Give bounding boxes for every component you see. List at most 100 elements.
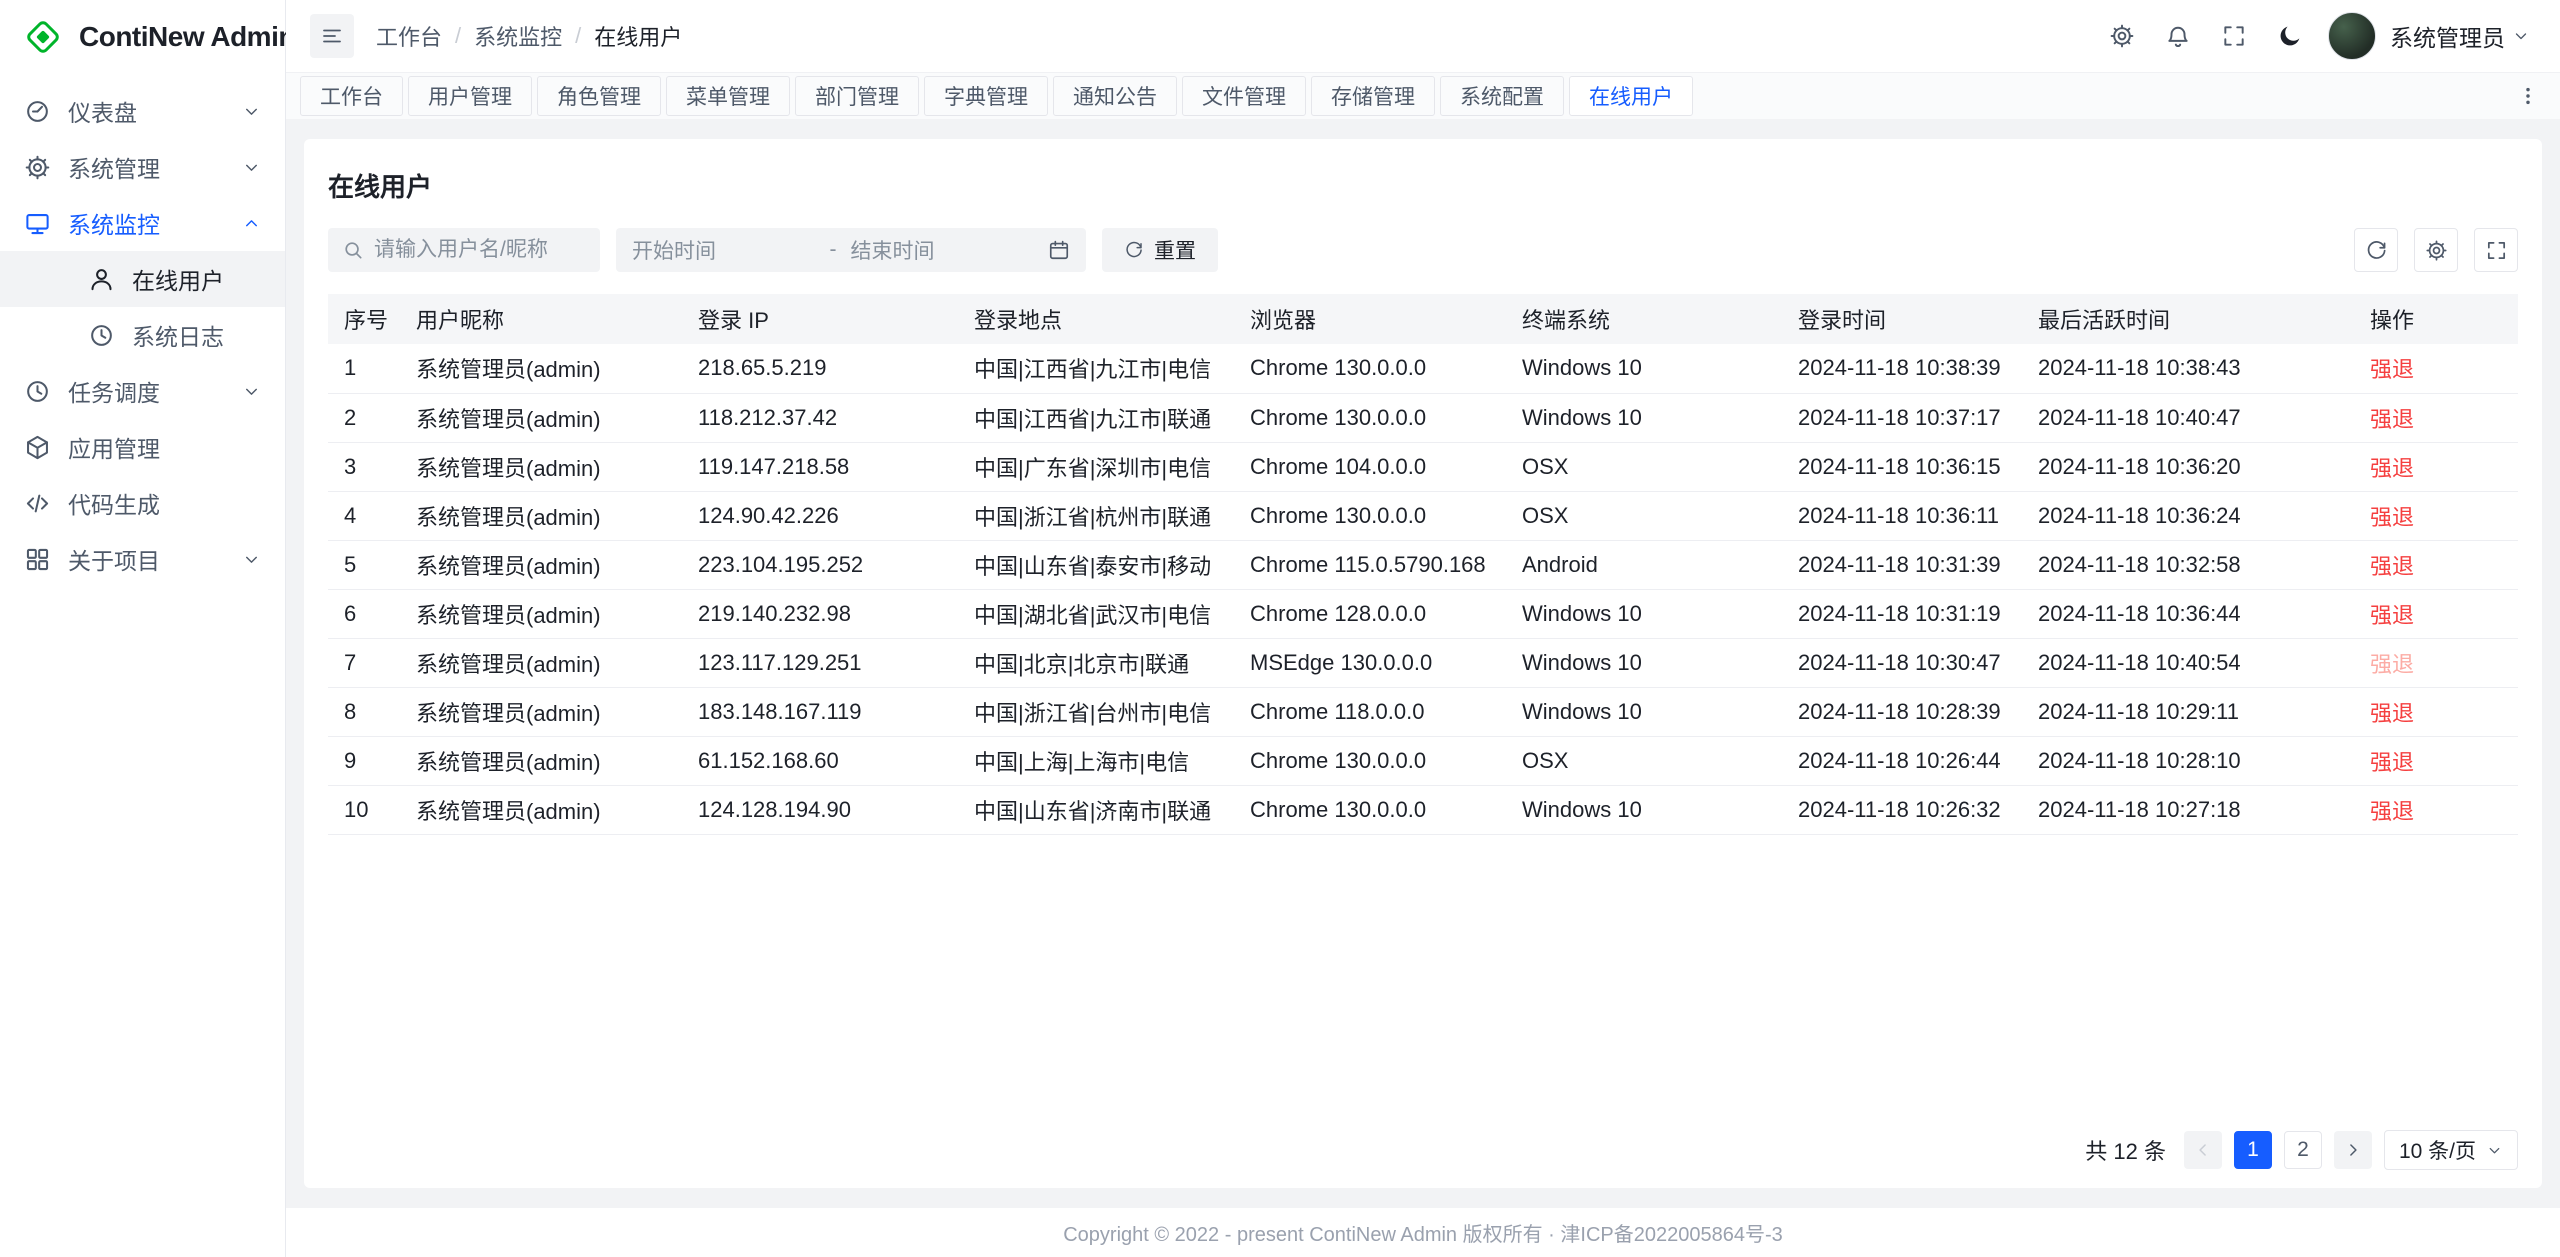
cell-os: Android (1506, 540, 1782, 589)
notifications-button[interactable] (2154, 12, 2202, 60)
logo[interactable]: ContiNew Admin (0, 0, 285, 73)
gear-icon (2109, 23, 2135, 49)
cell-browser: MSEdge 130.0.0.0 (1234, 638, 1506, 687)
next-page-button[interactable] (2334, 1131, 2372, 1169)
force-logout-link[interactable]: 强退 (2370, 554, 2414, 579)
chevron-down-icon (2512, 27, 2530, 45)
table-row: 8系统管理员(admin)183.148.167.119中国|浙江省|台州市|电… (328, 687, 2518, 736)
cell-ip: 218.65.5.219 (682, 344, 958, 393)
refresh-icon (2365, 239, 2388, 262)
reset-button[interactable]: 重置 (1102, 228, 1218, 272)
sidebar-menu: 仪表盘系统管理系统监控在线用户系统日志任务调度应用管理代码生成关于项目 (0, 73, 285, 1257)
tab-系统配置[interactable]: 系统配置 (1440, 76, 1564, 116)
cell-os: Windows 10 (1506, 785, 1782, 834)
prev-page-button[interactable] (2184, 1131, 2222, 1169)
fullscreen-icon (2221, 23, 2247, 49)
force-logout-link[interactable]: 强退 (2370, 456, 2414, 481)
tab-菜单管理[interactable]: 菜单管理 (666, 76, 790, 116)
cell-no: 2 (328, 393, 400, 442)
online-users-table: 序号用户昵称登录 IP登录地点浏览器终端系统登录时间最后活跃时间操作 1系统管理… (328, 294, 2518, 1108)
chevron-down-icon (242, 382, 261, 401)
sidebar-item[interactable]: 任务调度 (0, 363, 285, 419)
cell-no: 5 (328, 540, 400, 589)
search-box[interactable] (328, 228, 600, 272)
table-fullscreen-button[interactable] (2474, 228, 2518, 272)
sidebar-subitem-label: 系统日志 (132, 318, 261, 352)
table-refresh-button[interactable] (2354, 228, 2398, 272)
cell-nickname: 系统管理员(admin) (400, 442, 682, 491)
force-logout-link[interactable]: 强退 (2370, 505, 2414, 530)
cell-last_active: 2024-11-18 10:32:58 (2022, 540, 2354, 589)
tab-存储管理[interactable]: 存储管理 (1311, 76, 1435, 116)
force-logout-link[interactable]: 强退 (2370, 407, 2414, 432)
cell-location: 中国|上海|上海市|电信 (958, 736, 1234, 785)
sidebar-item[interactable]: 系统监控 (0, 195, 285, 251)
table-settings-button[interactable] (2414, 228, 2458, 272)
cell-browser: Chrome 130.0.0.0 (1234, 393, 1506, 442)
cell-last_active: 2024-11-18 10:29:11 (2022, 687, 2354, 736)
cell-no: 1 (328, 344, 400, 393)
page-button-2[interactable]: 2 (2284, 1131, 2322, 1169)
cell-browser: Chrome 115.0.5790.168 (1234, 540, 1506, 589)
settings-button[interactable] (2098, 12, 2146, 60)
force-logout-link[interactable]: 强退 (2370, 799, 2414, 824)
breadcrumb-item[interactable]: 工作台 (376, 20, 442, 52)
breadcrumb-item[interactable]: 系统监控 (474, 20, 562, 52)
tab-角色管理[interactable]: 角色管理 (537, 76, 661, 116)
tab-部门管理[interactable]: 部门管理 (795, 76, 919, 116)
moon-icon (2277, 23, 2303, 49)
sidebar-item[interactable]: 应用管理 (0, 419, 285, 475)
tab-more-button[interactable] (2510, 78, 2546, 114)
fullscreen-icon (2485, 239, 2508, 262)
sidebar-subitem[interactable]: 系统日志 (0, 307, 285, 363)
cell-ip: 124.90.42.226 (682, 491, 958, 540)
cell-nickname: 系统管理员(admin) (400, 687, 682, 736)
tab-用户管理[interactable]: 用户管理 (408, 76, 532, 116)
sidebar-item[interactable]: 仪表盘 (0, 83, 285, 139)
sidebar-subitem[interactable]: 在线用户 (0, 251, 285, 307)
content-area: 在线用户 开始时间 - 结束时间 重置 (286, 119, 2560, 1208)
box-icon (24, 434, 51, 461)
sidebar-item[interactable]: 系统管理 (0, 139, 285, 195)
sidebar-item[interactable]: 代码生成 (0, 475, 285, 531)
tab-文件管理[interactable]: 文件管理 (1182, 76, 1306, 116)
page-size-select[interactable]: 10 条/页 (2384, 1130, 2518, 1170)
cell-last_active: 2024-11-18 10:38:43 (2022, 344, 2354, 393)
user-menu[interactable]: 系统管理员 (2384, 19, 2536, 53)
force-logout-link[interactable]: 强退 (2370, 603, 2414, 628)
gear-icon (2425, 239, 2448, 262)
tab-字典管理[interactable]: 字典管理 (924, 76, 1048, 116)
cell-location: 中国|浙江省|台州市|电信 (958, 687, 1234, 736)
cell-nickname: 系统管理员(admin) (400, 785, 682, 834)
cell-no: 10 (328, 785, 400, 834)
table-row: 10系统管理员(admin)124.128.194.90中国|山东省|济南市|联… (328, 785, 2518, 834)
date-range-picker[interactable]: 开始时间 - 结束时间 (616, 228, 1086, 272)
bell-icon (2165, 23, 2191, 49)
online-users-card: 在线用户 开始时间 - 结束时间 重置 (304, 139, 2542, 1188)
cell-ip: 219.140.232.98 (682, 589, 958, 638)
search-input[interactable] (374, 238, 586, 262)
force-logout-link[interactable]: 强退 (2370, 701, 2414, 726)
fullscreen-button[interactable] (2210, 12, 2258, 60)
cell-ip: 119.147.218.58 (682, 442, 958, 491)
cell-os: Windows 10 (1506, 344, 1782, 393)
more-vertical-icon (2517, 85, 2539, 107)
user-icon (88, 266, 115, 293)
force-logout-link[interactable]: 强退 (2370, 750, 2414, 775)
dark-mode-button[interactable] (2266, 12, 2314, 60)
sidebar-item-label: 任务调度 (68, 374, 225, 408)
page-button-1[interactable]: 1 (2234, 1131, 2272, 1169)
tab-在线用户[interactable]: 在线用户 (1569, 76, 1693, 116)
sidebar-collapse-button[interactable] (310, 14, 354, 58)
cell-last_active: 2024-11-18 10:36:20 (2022, 442, 2354, 491)
force-logout-link[interactable]: 强退 (2370, 357, 2414, 382)
hamburger-icon (320, 24, 344, 48)
cell-nickname: 系统管理员(admin) (400, 344, 682, 393)
date-start-placeholder: 开始时间 (632, 235, 816, 265)
sidebar-item[interactable]: 关于项目 (0, 531, 285, 587)
main-column: 工作台/系统监控/在线用户 系统管理员 工作台用户管理角色管理菜单管理部门管理字… (286, 0, 2560, 1257)
breadcrumb-item[interactable]: 在线用户 (594, 20, 682, 52)
tab-通知公告[interactable]: 通知公告 (1053, 76, 1177, 116)
tab-工作台[interactable]: 工作台 (300, 76, 403, 116)
avatar[interactable] (2328, 12, 2376, 60)
